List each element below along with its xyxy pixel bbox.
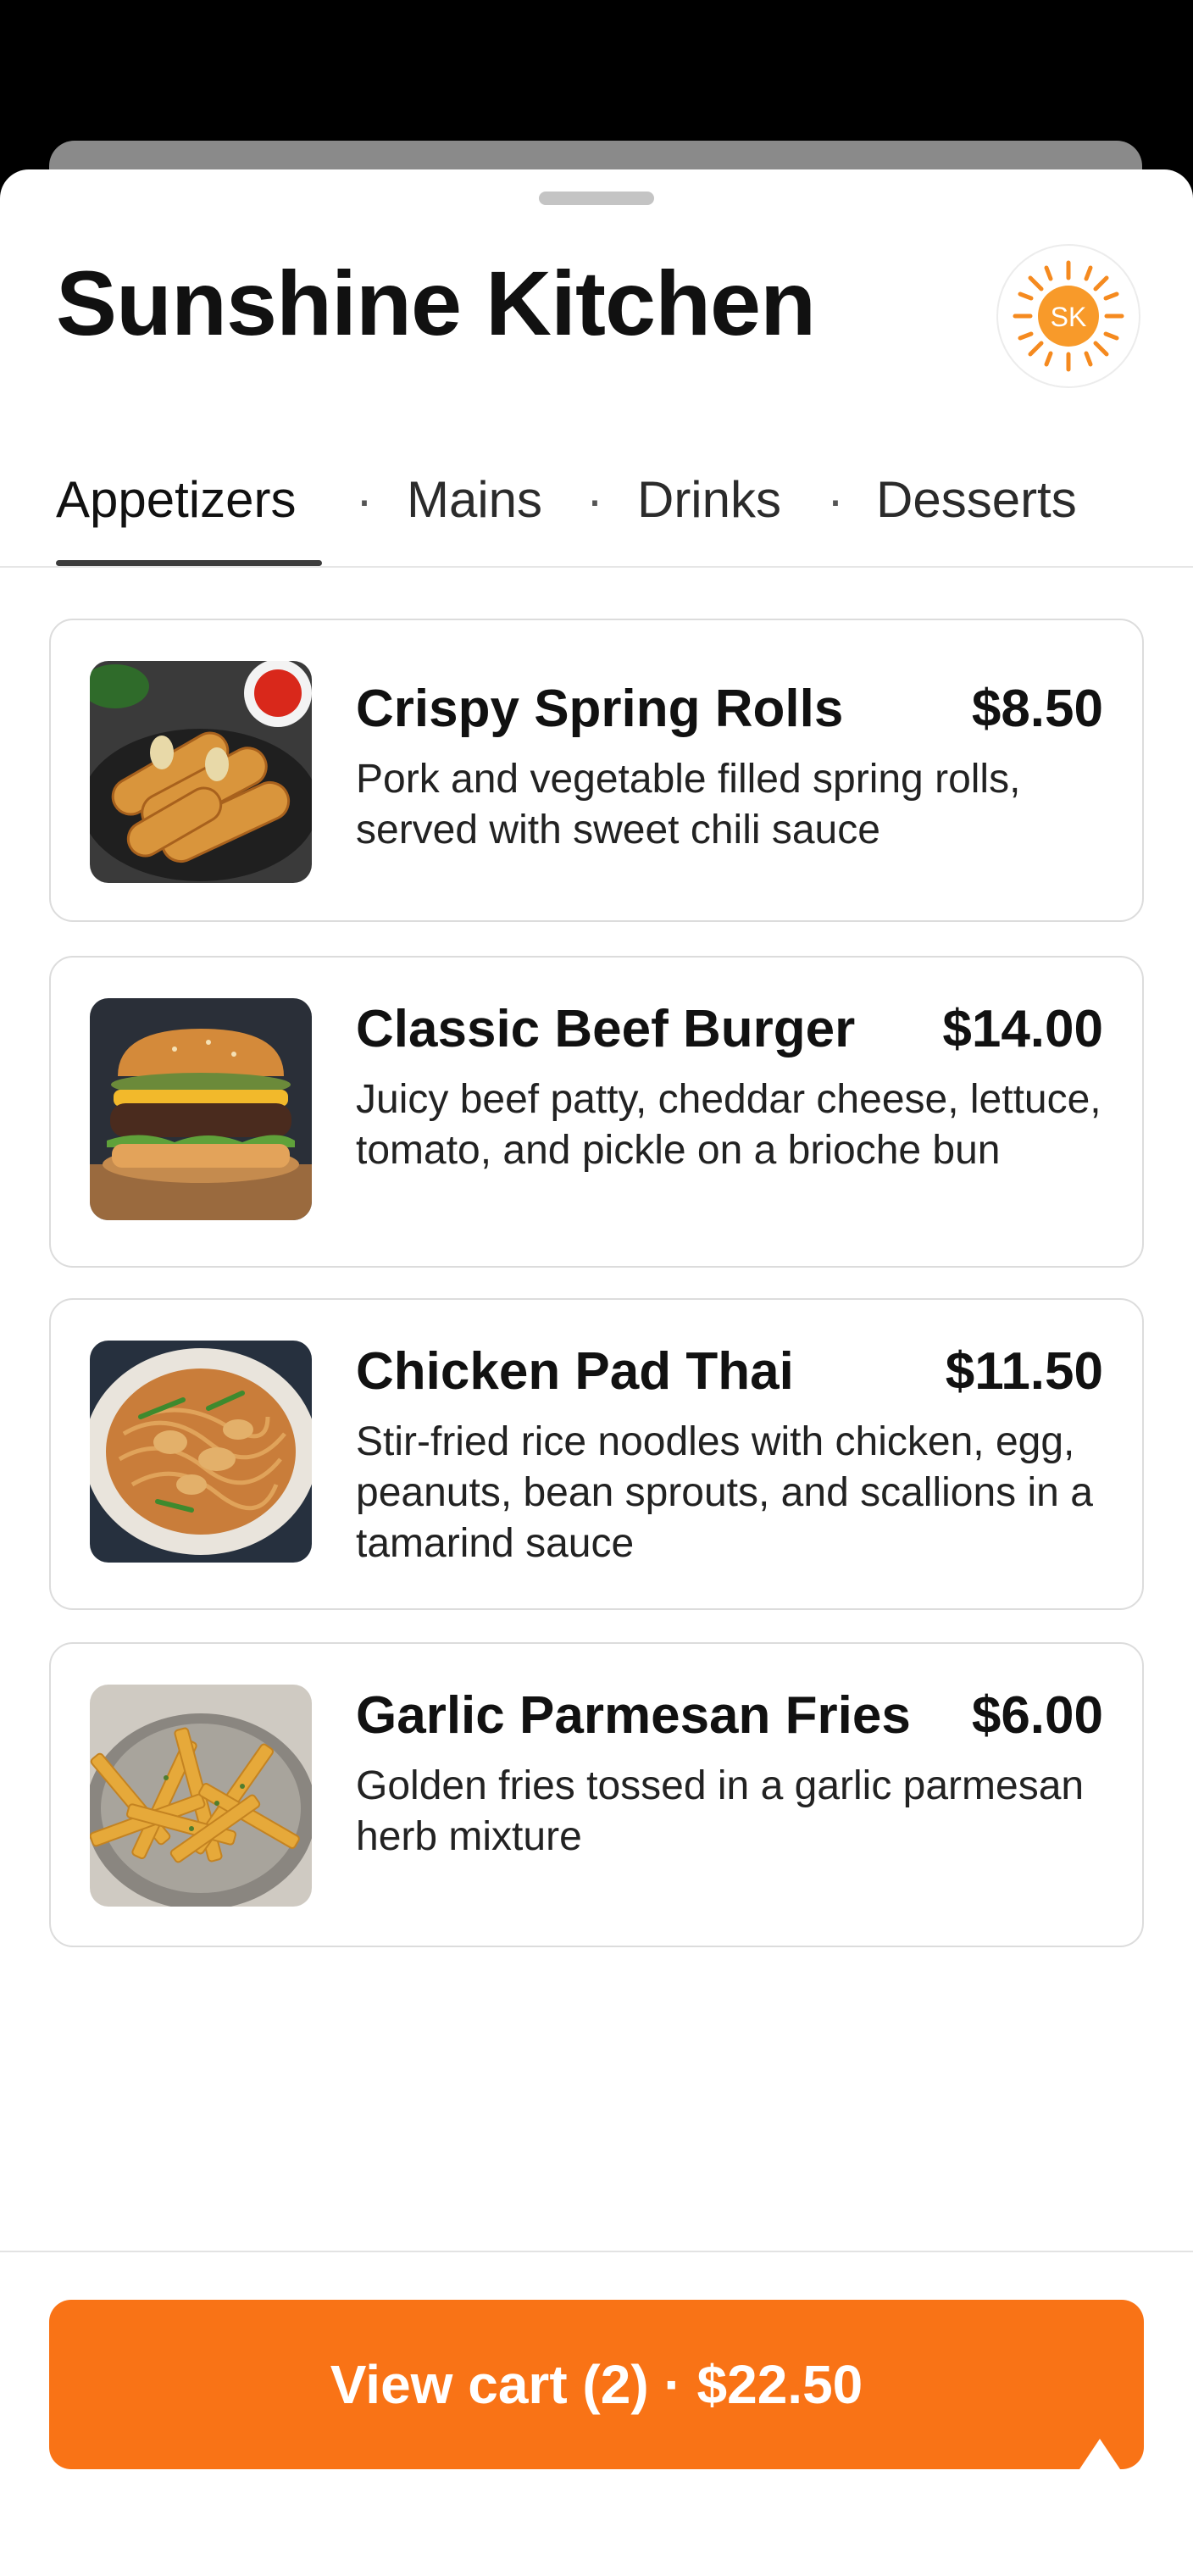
tab-desserts[interactable]: Desserts [876, 469, 1077, 530]
item-description: Stir-fried rice noodles with chicken, eg… [356, 1419, 1093, 1566]
item-price: $8.50 [971, 680, 1103, 738]
menu-sheet: Sunshine Kitchen SK Appetizers · Mains ·… [0, 169, 1193, 2576]
item-name: Crispy Spring Rolls [356, 680, 844, 738]
item-price: $14.00 [942, 1000, 1103, 1058]
tab-mains[interactable]: Mains [407, 469, 542, 530]
item-description: Golden fries tossed in a garlic parmesan… [356, 1763, 1085, 1859]
view-cart-label: View cart (2) · $22.50 [330, 2354, 863, 2415]
tab-separator: · [586, 471, 603, 528]
restaurant-logo[interactable]: SK [996, 244, 1140, 388]
burger-photo [90, 998, 312, 1220]
cart-button-notch [1079, 2439, 1120, 2469]
item-price: $11.50 [945, 1342, 1103, 1401]
restaurant-title: Sunshine Kitchen [56, 252, 816, 354]
menu-item-beef-burger[interactable]: Classic Beef Burger $14.00 Juicy beef pa… [49, 956, 1144, 1268]
item-name: Chicken Pad Thai [356, 1342, 794, 1401]
item-name: Garlic Parmesan Fries [356, 1686, 911, 1745]
app-screen: Sunshine Kitchen SK Appetizers · Mains ·… [0, 0, 1193, 2576]
spring-rolls-photo [90, 661, 312, 883]
item-price: $6.00 [971, 1686, 1103, 1745]
menu-item-spring-rolls[interactable]: Crispy Spring Rolls $8.50 Pork and veget… [49, 619, 1144, 922]
active-tab-indicator [56, 560, 322, 566]
logo-initials: SK [1051, 302, 1087, 332]
tab-appetizers[interactable]: Appetizers [56, 469, 296, 530]
tab-drinks[interactable]: Drinks [637, 469, 781, 530]
fries-photo [90, 1685, 312, 1907]
pad-thai-photo [90, 1341, 312, 1563]
tab-separator: · [356, 471, 373, 528]
menu-item-garlic-fries[interactable]: Garlic Parmesan Fries $6.00 Golden fries… [49, 1642, 1144, 1947]
sheet-grabber[interactable] [539, 192, 654, 205]
category-tabs: Appetizers · Mains · Drinks · Desserts [0, 441, 1193, 568]
view-cart-button[interactable]: View cart (2) · $22.50 [49, 2300, 1144, 2469]
item-name: Classic Beef Burger [356, 1000, 856, 1058]
menu-item-pad-thai[interactable]: Chicken Pad Thai $11.50 Stir-fried rice … [49, 1298, 1144, 1610]
tab-separator: · [827, 471, 844, 528]
item-description: Juicy beef patty, cheddar cheese, lettuc… [356, 1077, 1101, 1173]
cart-footer: View cart (2) · $22.50 [0, 2251, 1193, 2576]
sun-icon: SK [1013, 260, 1124, 372]
item-description: Pork and vegetable filled spring rolls, … [356, 757, 1021, 852]
